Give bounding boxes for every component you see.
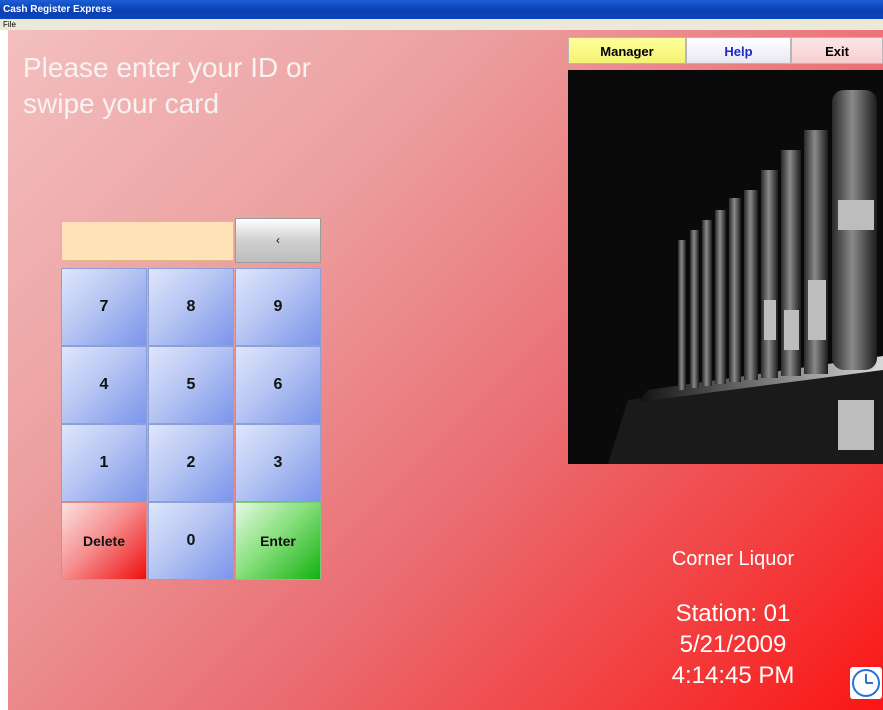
window-title-bar: Cash Register Express <box>0 0 883 19</box>
delete-button[interactable]: Delete <box>61 502 147 580</box>
window-title: Cash Register Express <box>3 4 112 15</box>
prompt-line-2: swipe your card <box>23 88 220 119</box>
login-screen: Please enter your ID or swipe your card … <box>8 30 883 710</box>
enter-button[interactable]: Enter <box>235 502 321 580</box>
menu-bar: File <box>0 19 883 30</box>
prompt-line-1: Please enter your ID or <box>23 52 311 83</box>
current-time: 4:14:45 PM <box>671 662 795 689</box>
key-5[interactable]: 5 <box>148 346 234 424</box>
key-2[interactable]: 2 <box>148 424 234 502</box>
menu-file[interactable]: File <box>3 20 16 29</box>
station-number: Station: 01 <box>675 600 791 627</box>
key-6[interactable]: 6 <box>235 346 321 424</box>
key-0[interactable]: 0 <box>148 502 234 580</box>
key-7[interactable]: 7 <box>61 268 147 346</box>
current-date: 5/21/2009 <box>679 631 787 658</box>
backspace-button[interactable]: ‹ <box>235 218 321 263</box>
key-8[interactable]: 8 <box>148 268 234 346</box>
liquor-bottles-photo <box>568 70 883 464</box>
key-9[interactable]: 9 <box>235 268 321 346</box>
store-name: Corner Liquor <box>671 548 795 570</box>
manager-button[interactable]: Manager <box>568 37 686 64</box>
id-input-display[interactable] <box>61 221 234 261</box>
station-info: Station: 01 5/21/2009 4:14:45 PM <box>618 598 848 691</box>
exit-button[interactable]: Exit <box>791 37 883 64</box>
numeric-keypad: ‹ 7 8 9 4 5 6 1 2 3 Delete 0 Enter <box>61 218 321 580</box>
clock-icon[interactable] <box>850 667 882 699</box>
login-prompt: Please enter your ID or swipe your card <box>23 50 443 122</box>
key-1[interactable]: 1 <box>61 424 147 502</box>
key-3[interactable]: 3 <box>235 424 321 502</box>
help-button[interactable]: Help <box>686 37 791 64</box>
key-4[interactable]: 4 <box>61 346 147 424</box>
